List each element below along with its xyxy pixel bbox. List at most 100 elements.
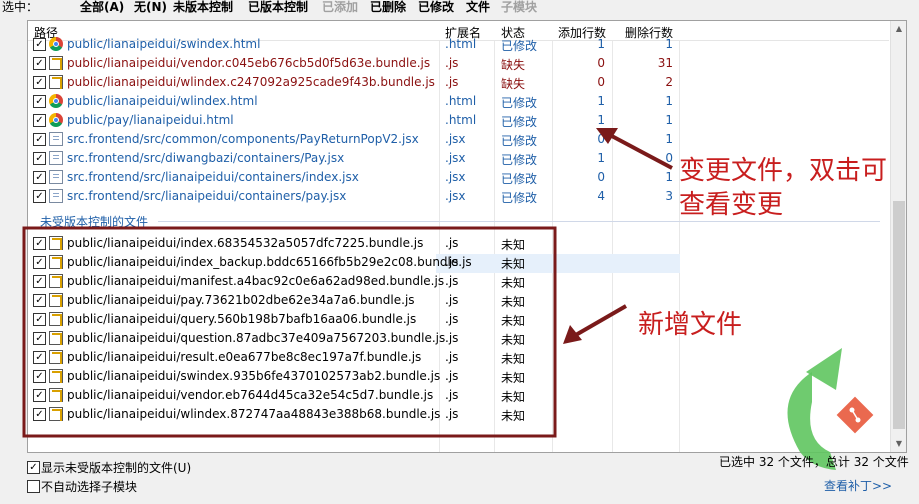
- scroll-up-icon[interactable]: ▲: [891, 21, 906, 37]
- cell-path: public/pay/lianaipeidui.html: [67, 113, 234, 127]
- cell-deleted: 3: [665, 189, 673, 203]
- versioned-file-row[interactable]: ✓ public/lianaipeidui/swindex.html .html 已修…: [28, 35, 888, 54]
- unversioned-file-row[interactable]: ✓ public/lianaipeidui/swindex.935b6fe4370…: [28, 367, 888, 386]
- row-checkbox[interactable]: ✓: [33, 38, 46, 51]
- cell-status: 未知: [501, 409, 526, 423]
- cell-ext: .js: [445, 236, 459, 250]
- row-checkbox[interactable]: ✓: [33, 171, 46, 184]
- unversioned-file-row[interactable]: ✓ public/lianaipeidui/question.87adbc37e4…: [28, 329, 888, 348]
- js-file-icon: [49, 75, 63, 89]
- select-unversioned-link[interactable]: 未版本控制: [173, 0, 233, 15]
- unversioned-file-row[interactable]: ✓ public/lianaipeidui/index_backup.bddc65…: [28, 253, 888, 272]
- cell-path: public/lianaipeidui/index.68354532a5057d…: [67, 236, 424, 250]
- cell-status: 未知: [501, 295, 526, 309]
- cell-deleted: 2: [665, 75, 673, 89]
- versioned-file-row[interactable]: ✓ public/lianaipeidui/wlindex.c247092a925…: [28, 73, 888, 92]
- annotation-changed-line1: 变更文件，双击可: [679, 156, 888, 186]
- cell-status: 已修改: [501, 153, 538, 167]
- scrollbar-thumb[interactable]: [893, 201, 905, 429]
- row-checkbox[interactable]: ✓: [33, 351, 46, 364]
- cell-ext: .jsx: [445, 170, 466, 184]
- row-checkbox[interactable]: ✓: [33, 57, 46, 70]
- row-checkbox[interactable]: ✓: [33, 313, 46, 326]
- js-file-icon: [49, 331, 63, 345]
- select-files-link[interactable]: 文件: [466, 0, 490, 15]
- row-checkbox[interactable]: ✓: [33, 152, 46, 165]
- unversioned-file-row[interactable]: ✓ public/lianaipeidui/vendor.eb7644d45ca3…: [28, 386, 888, 405]
- select-added-link[interactable]: 已添加: [322, 0, 358, 15]
- row-checkbox[interactable]: ✓: [33, 332, 46, 345]
- row-checkbox[interactable]: ✓: [33, 275, 46, 288]
- doc-file-icon: [49, 170, 63, 184]
- cell-added: 0: [597, 132, 605, 146]
- cell-path: src.frontend/src/common/components/PayRe…: [67, 132, 419, 146]
- row-checkbox[interactable]: ✓: [33, 133, 46, 146]
- unversioned-file-row[interactable]: ✓ public/lianaipeidui/manifest.a4bac92c0e…: [28, 272, 888, 291]
- file-list[interactable]: 路径 扩展名 状态 添加行数 删除行数 ✓ public/lianaipeidui…: [27, 20, 907, 453]
- cell-status: 已修改: [501, 134, 538, 148]
- unversioned-group-label: 未受版本控制的文件: [40, 215, 149, 229]
- versioned-file-row[interactable]: ✓ public/lianaipeidui/wlindex.html .html 已修…: [28, 92, 888, 111]
- chrome-icon: [49, 113, 63, 127]
- row-checkbox[interactable]: ✓: [33, 408, 46, 421]
- select-all-link[interactable]: 全部(A): [80, 0, 124, 15]
- cell-path: public/lianaipeidui/wlindex.c247092a925c…: [67, 75, 435, 89]
- versioned-file-row[interactable]: ✓ public/lianaipeidui/vendor.c045eb676cb5…: [28, 54, 888, 73]
- cell-ext: .jsx: [445, 132, 466, 146]
- select-modified-link[interactable]: 已修改: [418, 0, 454, 15]
- scroll-down-icon[interactable]: ▼: [891, 436, 906, 452]
- cell-deleted: 1: [665, 132, 673, 146]
- cell-ext: .html: [445, 113, 477, 127]
- unversioned-file-row[interactable]: ✓ public/lianaipeidui/pay.73621b02dbe62e3…: [28, 291, 888, 310]
- no-auto-select-submodules-label: 不自动选择子模块: [41, 480, 138, 494]
- cell-added: 1: [597, 113, 605, 127]
- versioned-file-row[interactable]: ✓ public/pay/lianaipeidui.html .html 已修改 1 1: [28, 111, 888, 130]
- select-deleted-link[interactable]: 已删除: [370, 0, 406, 15]
- cell-path: public/lianaipeidui/query.560b198b7bafb1…: [67, 312, 417, 326]
- unversioned-file-row[interactable]: ✓ public/lianaipeidui/wlindex.872747aa488…: [28, 405, 888, 424]
- cell-path: public/lianaipeidui/result.e0ea677be8c8e…: [67, 350, 422, 364]
- annotation-changed-line2: 查看变更: [679, 190, 784, 220]
- row-checkbox[interactable]: ✓: [33, 389, 46, 402]
- row-checkbox[interactable]: ✓: [33, 294, 46, 307]
- js-file-icon: [49, 274, 63, 288]
- cell-ext: .js: [445, 388, 459, 402]
- select-submodules-link[interactable]: 子模块: [501, 0, 537, 15]
- no-auto-select-submodules-checkbox[interactable]: [27, 480, 40, 493]
- cell-added: 0: [597, 56, 605, 70]
- cell-deleted: 0: [665, 151, 673, 165]
- cell-status: 缺失: [501, 77, 526, 91]
- row-checkbox[interactable]: ✓: [33, 370, 46, 383]
- selection-status: 已选中 32 个文件，总计 32 个文件: [719, 455, 909, 469]
- row-checkbox[interactable]: ✓: [33, 95, 46, 108]
- select-versioned-link[interactable]: 已版本控制: [248, 0, 308, 15]
- js-file-icon: [49, 388, 63, 402]
- show-unversioned-checkbox[interactable]: ✓: [27, 461, 40, 474]
- cell-deleted: 1: [665, 94, 673, 108]
- cell-path: src.frontend/src/lianaipeidui/containers…: [67, 189, 347, 203]
- row-checkbox[interactable]: ✓: [33, 256, 46, 269]
- cell-path: public/lianaipeidui/vendor.eb7644d45ca32…: [67, 388, 434, 402]
- select-none-link[interactable]: 无(N): [134, 0, 167, 15]
- js-file-icon: [49, 293, 63, 307]
- cell-deleted: 1: [665, 113, 673, 127]
- doc-file-icon: [49, 151, 63, 165]
- unversioned-file-row[interactable]: ✓ public/lianaipeidui/index.68354532a5057…: [28, 234, 888, 253]
- cell-status: 已修改: [501, 191, 538, 205]
- vertical-scrollbar[interactable]: ▲ ▼: [890, 21, 906, 452]
- annotation-new-files: 新增文件: [638, 310, 743, 340]
- row-checkbox[interactable]: ✓: [33, 237, 46, 250]
- cell-ext: .js: [445, 331, 459, 345]
- cell-status: 缺失: [501, 58, 526, 72]
- cell-path: public/lianaipeidui/manifest.a4bac92c0e6…: [67, 274, 445, 288]
- row-checkbox[interactable]: ✓: [33, 76, 46, 89]
- view-patch-link[interactable]: 查看补丁>>: [824, 477, 892, 494]
- unversioned-file-row[interactable]: ✓ public/lianaipeidui/query.560b198b7bafb…: [28, 310, 888, 329]
- cell-added: 4: [597, 189, 605, 203]
- versioned-file-row[interactable]: ✓ src.frontend/src/common/components/PayR…: [28, 130, 888, 149]
- unversioned-file-row[interactable]: ✓ public/lianaipeidui/result.e0ea677be8c8…: [28, 348, 888, 367]
- cell-ext: .js: [445, 312, 459, 326]
- row-checkbox[interactable]: ✓: [33, 190, 46, 203]
- row-checkbox[interactable]: ✓: [33, 114, 46, 127]
- cell-deleted: 1: [665, 170, 673, 184]
